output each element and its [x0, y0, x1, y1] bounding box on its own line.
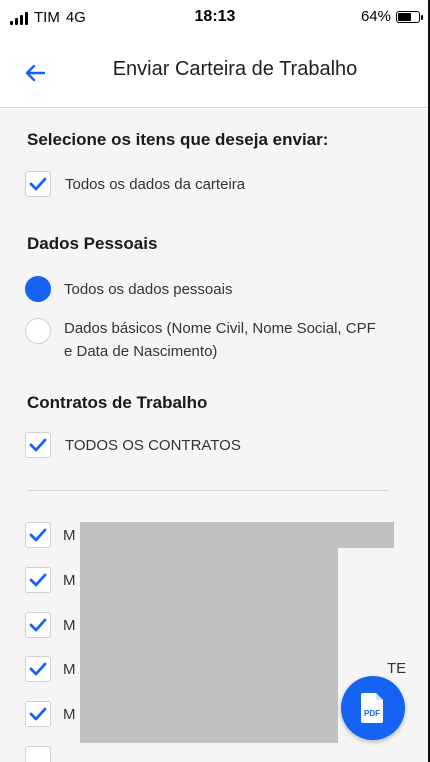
- battery-percent: 64%: [360, 8, 391, 25]
- all-contracts-checkbox[interactable]: [25, 432, 51, 458]
- contract-checkbox[interactable]: [25, 567, 51, 593]
- personal-basic-option[interactable]: Dados básicos (Nome Civil, Nome Social, …: [25, 317, 376, 363]
- personal-data-title: Dados Pessoais: [27, 234, 158, 253]
- contract-checkbox-partial[interactable]: [25, 746, 51, 762]
- contract-label-suffix: TE: [387, 660, 407, 677]
- battery-icon: [396, 10, 423, 23]
- divider: [27, 490, 389, 491]
- check-icon: [29, 573, 47, 587]
- contract-row[interactable]: M: [25, 701, 76, 727]
- redacted-area-top: [320, 522, 394, 548]
- arrow-left-icon: [25, 64, 45, 82]
- contracts-title: Contratos de Trabalho: [27, 393, 208, 412]
- page-title: Enviar Carteira de Trabalho: [112, 58, 358, 80]
- all-contracts-label: TODOS OS CONTRATOS: [65, 436, 241, 454]
- personal-basic-label-line1: Dados básicos (Nome Civil, Nome Social, …: [64, 320, 376, 337]
- contract-checkbox[interactable]: [25, 522, 51, 548]
- all-data-label: Todos os dados da carteira: [65, 175, 246, 193]
- all-data-row[interactable]: Todos os dados da carteira: [25, 171, 245, 197]
- check-icon: [29, 662, 47, 676]
- contract-row[interactable]: M: [25, 567, 76, 593]
- contract-row[interactable]: M: [25, 612, 76, 638]
- status-right: 64%: [360, 8, 423, 25]
- all-data-checkbox[interactable]: [25, 171, 51, 197]
- personal-basic-label: Dados básicos (Nome Civil, Nome Social, …: [64, 317, 376, 363]
- battery-fill: [398, 12, 411, 21]
- personal-all-radio[interactable]: [25, 276, 51, 302]
- personal-all-label: Todos os dados pessoais: [64, 280, 233, 298]
- back-button[interactable]: [18, 56, 52, 90]
- contract-label: M: [63, 526, 76, 544]
- check-icon: [29, 707, 47, 721]
- redacted-area: [80, 522, 338, 743]
- personal-basic-radio[interactable]: [25, 318, 51, 344]
- check-icon: [29, 438, 47, 452]
- content-area: Selecione os itens que deseja enviar: To…: [0, 109, 430, 762]
- contract-label: M: [63, 705, 76, 723]
- contract-row[interactable]: M: [25, 522, 76, 548]
- status-bar: TIM 4G 18:13 64%: [0, 0, 430, 36]
- check-icon: [29, 618, 47, 632]
- contract-checkbox[interactable]: [25, 656, 51, 682]
- pdf-label: PDF: [364, 709, 380, 718]
- select-items-title: Selecione os itens que deseja enviar:: [27, 130, 329, 149]
- personal-all-option[interactable]: Todos os dados pessoais: [25, 276, 232, 302]
- export-pdf-button[interactable]: PDF: [341, 676, 405, 740]
- contract-label: M: [63, 616, 76, 634]
- personal-basic-label-line2: e Data de Nascimento): [64, 343, 218, 360]
- app-header: Enviar Carteira de Trabalho: [0, 36, 430, 108]
- contract-row[interactable]: M: [25, 656, 76, 682]
- contract-label: M: [63, 571, 76, 589]
- contract-checkbox[interactable]: [25, 612, 51, 638]
- check-icon: [29, 528, 47, 542]
- pdf-file-icon: PDF: [361, 693, 383, 723]
- all-contracts-row[interactable]: TODOS OS CONTRATOS: [25, 432, 241, 458]
- contract-label: M: [63, 660, 76, 678]
- contract-checkbox[interactable]: [25, 701, 51, 727]
- check-icon: [29, 177, 47, 191]
